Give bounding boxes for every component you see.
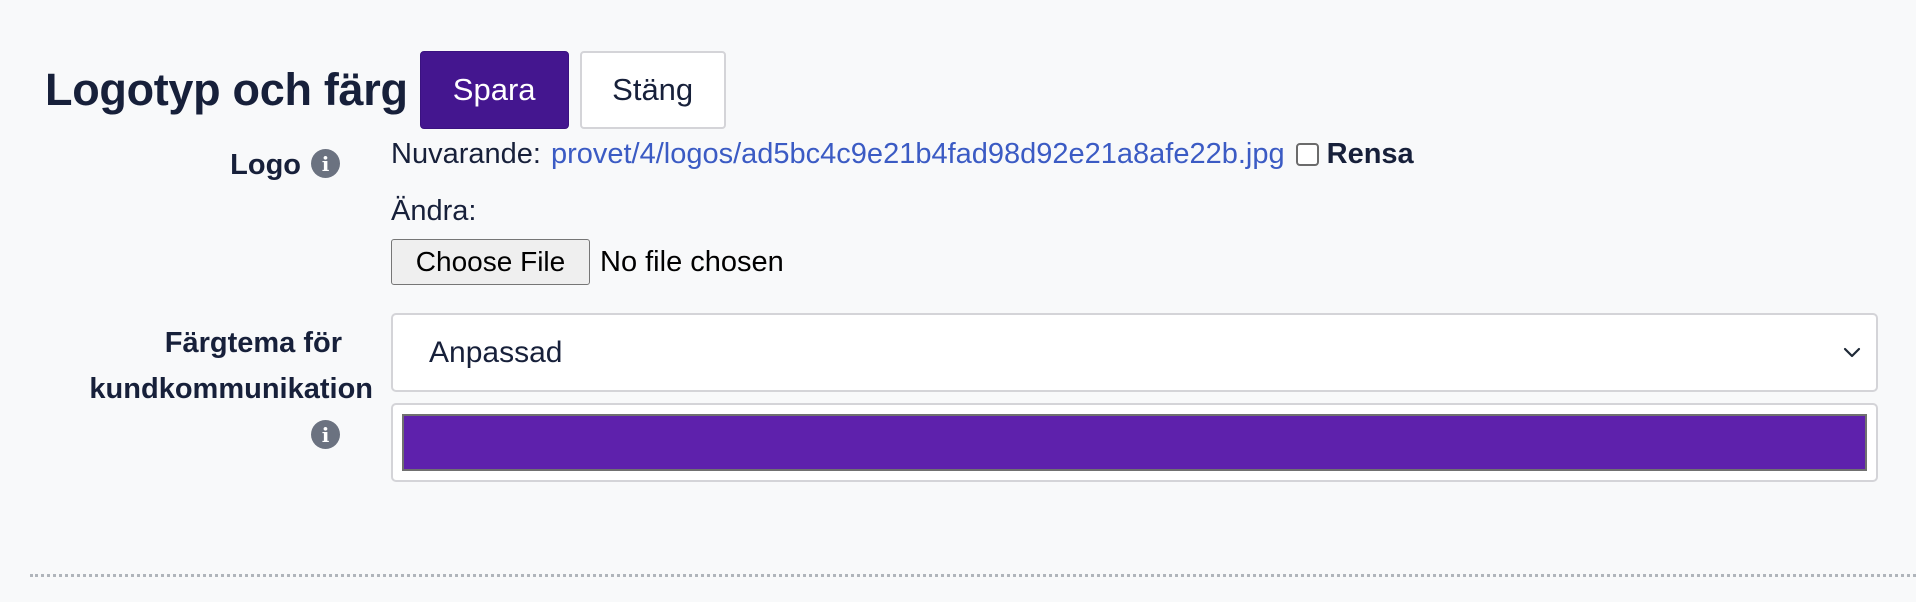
logo-and-color-settings: Logotyp och färg Spara Stäng Logo i Nuva…	[0, 0, 1916, 602]
color-theme-label-line1: Färgtema för	[164, 327, 342, 359]
clear-logo-checkbox[interactable]	[1295, 143, 1319, 166]
section-divider	[30, 574, 1916, 577]
close-button[interactable]: Stäng	[579, 51, 726, 129]
current-logo-row: Nuvarande: provet/4/logos/ad5bc4c9e21b4f…	[391, 138, 1414, 171]
current-logo-prefix: Nuvarande:	[391, 138, 541, 170]
color-theme-select[interactable]: Anpassad	[391, 313, 1878, 392]
info-icon[interactable]: i	[311, 420, 340, 449]
color-theme-label: Färgtema för kundkommunikation	[40, 320, 373, 412]
color-theme-label-line2: kundkommunikation	[89, 373, 373, 405]
logo-label: Logo	[230, 149, 301, 181]
file-status-text: No file chosen	[600, 245, 784, 278]
save-button[interactable]: Spara	[419, 51, 569, 129]
section-title: Logotyp och färg	[45, 64, 408, 115]
info-icon[interactable]: i	[311, 149, 340, 178]
color-theme-selected-value: Anpassad	[429, 335, 563, 369]
choose-file-button[interactable]: Choose File	[391, 239, 590, 285]
custom-color-picker[interactable]	[391, 403, 1878, 482]
chevron-down-icon	[1843, 347, 1861, 358]
color-swatch[interactable]	[402, 414, 1867, 471]
change-logo-label: Ändra:	[391, 195, 477, 227]
clear-logo-label[interactable]: Rensa	[1327, 138, 1414, 171]
logo-file-input[interactable]: Choose File No file chosen	[391, 239, 784, 285]
current-logo-link[interactable]: provet/4/logos/ad5bc4c9e21b4fad98d92e21a…	[551, 138, 1285, 171]
section-header: Logotyp och färg Spara Stäng	[45, 51, 726, 129]
